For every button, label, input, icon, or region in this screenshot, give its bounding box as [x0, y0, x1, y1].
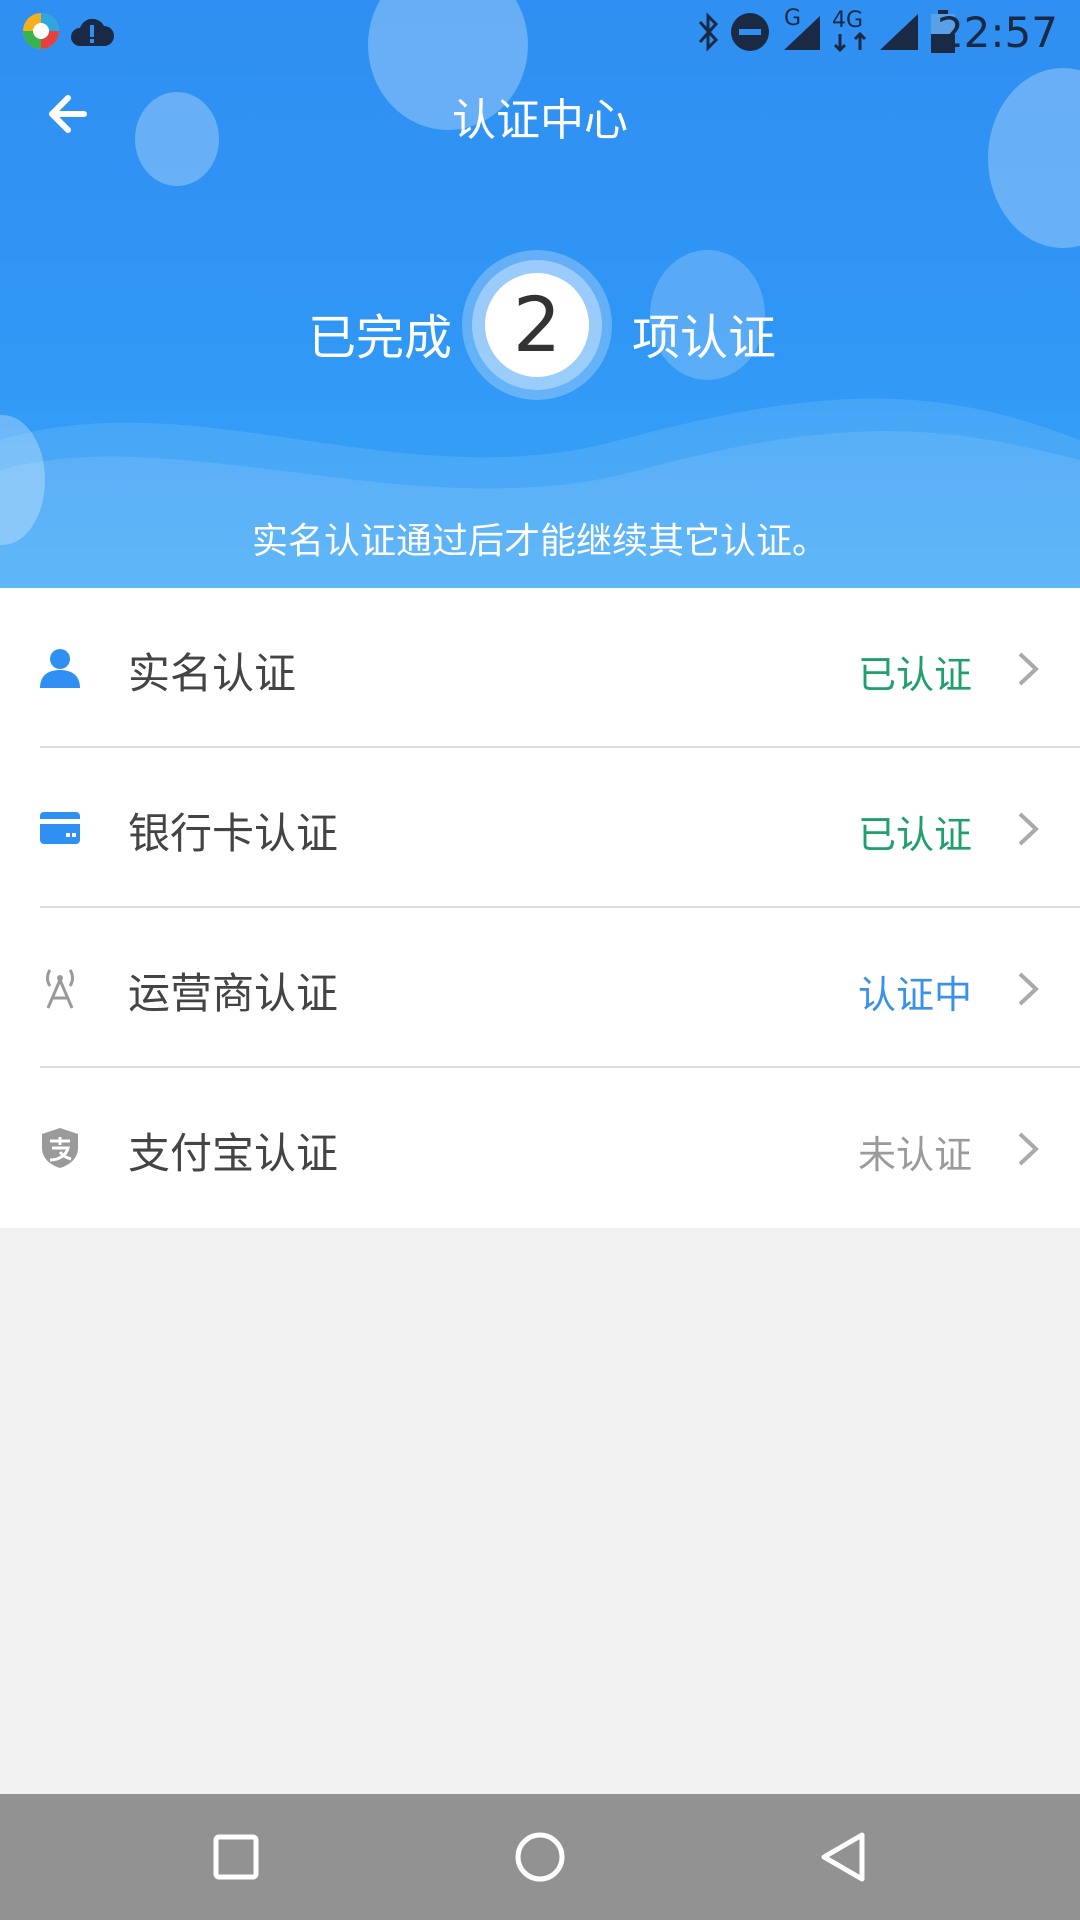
- chevron-right-icon: [1018, 1132, 1039, 1166]
- page-title: 认证中心: [452, 95, 628, 146]
- chevron-right-icon: [1018, 812, 1039, 846]
- status-badge: 未认证: [857, 1133, 972, 1177]
- signal-icon: [784, 16, 820, 50]
- done-prefix: 已完成: [308, 310, 453, 366]
- antenna-icon: [45, 969, 75, 1009]
- signal-icon: [880, 14, 918, 50]
- data-arrows-icon: [833, 32, 867, 52]
- chevron-right-icon: [1018, 652, 1039, 686]
- chevron-right-icon: [1018, 972, 1039, 1006]
- back-button[interactable]: [814, 1827, 874, 1887]
- completion-summary: 已完成 2 项认证: [0, 250, 1080, 400]
- app-icon: [23, 13, 59, 49]
- list-item-bank-card[interactable]: 银行卡认证 已认证: [0, 748, 1080, 908]
- home-button[interactable]: [510, 1827, 570, 1887]
- item-label: 运营商认证: [128, 969, 339, 1018]
- completed-count: 2: [485, 273, 589, 377]
- status-bar: G 4G 22:57: [0, 0, 1080, 64]
- status-time: 22:57: [936, 8, 1058, 57]
- list-item-alipay[interactable]: 支付宝认证 未认证: [0, 1068, 1080, 1228]
- item-label: 实名认证: [128, 649, 297, 698]
- alipay-shield-icon: [42, 1128, 78, 1168]
- network-4g-label: 4G: [832, 8, 864, 33]
- status-badge: 已认证: [857, 813, 972, 857]
- person-icon: [40, 649, 80, 688]
- recent-apps-button[interactable]: [206, 1827, 266, 1887]
- verification-list: 实名认证 已认证 银行卡认证 已认证 运营商认证 认证中 支付宝认证 未认证: [0, 588, 1080, 1228]
- list-item-carrier[interactable]: 运营商认证 认证中: [0, 908, 1080, 1068]
- bank-card-icon: [40, 812, 80, 844]
- item-label: 支付宝认证: [128, 1129, 339, 1178]
- cloud-alert-icon: [71, 18, 114, 46]
- dnd-icon: [731, 13, 769, 51]
- system-nav-bar: [0, 1794, 1080, 1920]
- header-banner: G 4G 22:57 认证中心 已完成 2 项认证 实名认证通过后才能继续其它认…: [0, 0, 1080, 588]
- done-suffix: 项认证: [632, 310, 777, 366]
- status-badge: 已认证: [857, 653, 972, 697]
- verification-hint: 实名认证通过后才能继续其它认证。: [251, 521, 828, 562]
- list-item-real-name[interactable]: 实名认证 已认证: [0, 588, 1080, 748]
- status-badge: 认证中: [857, 973, 972, 1017]
- bluetooth-icon: [698, 12, 719, 52]
- item-label: 银行卡认证: [128, 809, 339, 858]
